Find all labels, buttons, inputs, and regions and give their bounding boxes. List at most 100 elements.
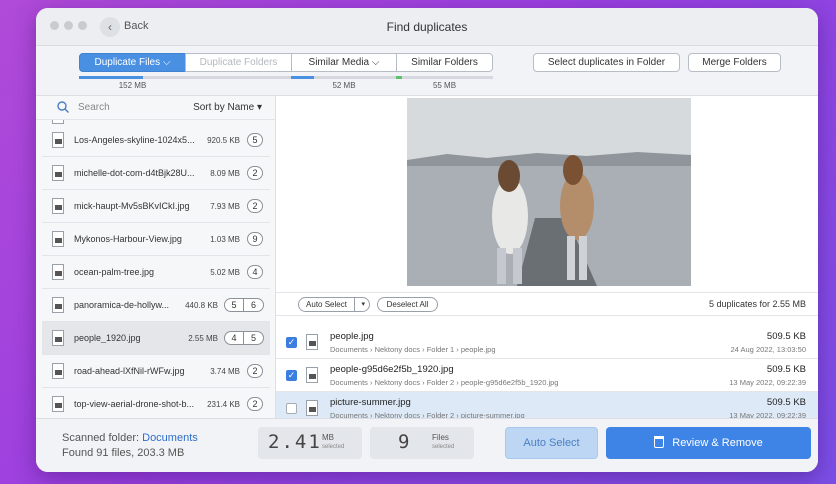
duplicate-date: 24 Aug 2022, 13:03:50 [730, 345, 807, 354]
duplicate-row[interactable]: ✓ people-g95d6e2f5b_1920.jpg Documents ›… [276, 359, 818, 392]
file-row[interactable]: panoramica-de-hollyw... 440.8 KB 5 6 [42, 289, 270, 322]
similar-media-size: 52 MB [332, 81, 356, 90]
selected-files-box: 9 Files selected [370, 427, 474, 459]
file-name: road-ahead-lXfNil-rWFw.jpg [74, 366, 185, 376]
image-file-icon [52, 363, 64, 379]
image-file-icon [52, 198, 64, 214]
file-row-selected[interactable]: people_1920.jpg 2.55 MB 4 5 [42, 322, 270, 355]
search-icon [57, 101, 69, 113]
duplicate-checkbox[interactable] [286, 403, 297, 414]
search-row[interactable]: Search Sort by Name ▾ [36, 96, 276, 120]
similar-media-size-bar-fill [291, 76, 315, 79]
file-name: ocean-palm-tree.jpg [74, 267, 155, 277]
duplicate-count-badge: 5 6 [224, 298, 264, 312]
files-unit-sub: selected [432, 444, 455, 450]
trash-icon [654, 436, 665, 448]
sort-dropdown[interactable]: Sort by Name ▾ [193, 102, 262, 113]
file-size: 5.02 MB [210, 268, 240, 277]
duplicate-checkbox[interactable]: ✓ [286, 337, 297, 348]
duplicate-count-badge: 2 [247, 166, 263, 180]
tab-similar-media[interactable]: Similar Media ⌵ [291, 53, 397, 72]
selected-files-value: 9 [398, 431, 412, 453]
file-row[interactable]: Mykonos-Harbour-View.jpg 1.03 MB 9 [42, 223, 270, 256]
file-row[interactable]: top-view-aerial-drone-shot-b... 231.4 KB… [42, 388, 270, 418]
duplicate-files-size-bar-fill [79, 76, 144, 79]
footer-bar: Scanned folder: Documents Found 91 files… [36, 418, 818, 472]
title-bar: ‹ Back Find duplicates [36, 8, 818, 46]
file-size: 920.5 KB [207, 136, 240, 145]
file-name: Mykonos-Harbour-View.jpg [74, 234, 182, 244]
similar-folders-size-bar-fill [396, 76, 402, 79]
select-duplicates-in-folder-button[interactable]: Select duplicates in Folder [533, 53, 680, 72]
duplicate-count: 5 [225, 299, 244, 311]
scanned-folder-prefix: Scanned folder: [62, 432, 140, 444]
file-size: 1.03 MB [210, 235, 240, 244]
selected-size-value: 2.41 [268, 431, 322, 453]
tab-duplicate-files[interactable]: Duplicate Files ⌵ [79, 53, 186, 72]
duplicate-count-badge: 4 5 [224, 331, 264, 345]
similar-media-size-bar [291, 76, 397, 79]
duplicate-size: 509.5 KB [766, 331, 806, 342]
image-file-icon [52, 330, 64, 346]
file-size: 8.09 MB [210, 169, 240, 178]
size-unit-label: MB [322, 433, 334, 442]
similar-folders-size: 55 MB [432, 81, 457, 90]
file-row[interactable]: ocean-palm-tree.jpg 5.02 MB 4 [42, 256, 270, 289]
duplicate-row[interactable]: ✓ people.jpg Documents › Nektony docs › … [276, 326, 818, 359]
duplicate-checkbox[interactable]: ✓ [286, 370, 297, 381]
file-size: 7.93 MB [210, 202, 240, 211]
selected-size-box: 2.41 MB selected [258, 427, 362, 459]
duplicate-count-badge: 2 [247, 199, 263, 213]
file-name: people_1920.jpg [74, 333, 141, 343]
scan-summary: Scanned folder: Documents Found 91 files… [62, 431, 198, 461]
scanned-folder-line: Scanned folder: Documents [62, 431, 198, 446]
review-remove-button[interactable]: Review & Remove [606, 427, 811, 459]
image-file-icon [52, 165, 64, 181]
duplicates-summary: 5 duplicates for 2.55 MB [708, 299, 806, 309]
file-sidebar: Search Sort by Name ▾ Los-Angeles-skylin… [36, 96, 276, 418]
file-row[interactable]: Los-Angeles-skyline-1024x5... 920.5 KB 5 [42, 124, 270, 157]
tab-similar-folders[interactable]: Similar Folders [396, 53, 493, 72]
duplicate-path: Documents › Nektony docs › Folder 1 › pe… [330, 345, 496, 354]
file-size: 231.4 KB [207, 400, 240, 409]
review-remove-label: Review & Remove [672, 437, 763, 449]
auto-select-label[interactable]: Auto Select [299, 298, 355, 311]
merge-folders-button[interactable]: Merge Folders [688, 53, 781, 72]
image-file-icon [52, 264, 64, 280]
duplicate-size: 509.5 KB [766, 364, 806, 375]
selected-files-unit: Files selected [432, 434, 454, 451]
size-unit-sub: selected [322, 444, 345, 450]
auto-select-split-button[interactable]: Auto Select ▾ [298, 297, 370, 312]
duplicate-name: people-g95d6e2f5b_1920.jpg [330, 364, 454, 375]
toolbar: Duplicate Files ⌵ Duplicate Folders Simi… [36, 46, 818, 96]
files-unit-label: Files [432, 433, 449, 442]
image-preview [407, 98, 691, 286]
search-input[interactable]: Search [78, 102, 110, 113]
deselect-all-button[interactable]: Deselect All [377, 297, 438, 312]
file-name: top-view-aerial-drone-shot-b... [74, 399, 195, 409]
detail-pane: Auto Select ▾ Deselect All 5 duplicates … [276, 96, 818, 425]
file-size: 440.8 KB [185, 301, 218, 310]
chevron-down-icon[interactable]: ▾ [361, 299, 365, 311]
file-row[interactable]: michelle-dot-com-d4tBjk28U... 8.09 MB 2 [42, 157, 270, 190]
scanned-folder-link[interactable]: Documents [142, 432, 198, 444]
image-file-icon [306, 400, 318, 416]
duplicate-total: 5 [250, 333, 256, 343]
app-window: ‹ Back Find duplicates Duplicate Files ⌵… [36, 8, 818, 472]
duplicate-count-badge: 2 [247, 364, 263, 378]
file-name: mick-haupt-Mv5sBKvICkI.jpg [74, 201, 190, 211]
duplicate-count: 4 [225, 332, 244, 344]
found-files-text: Found 91 files, 203.3 MB [62, 447, 185, 459]
auto-select-button[interactable]: Auto Select [505, 427, 598, 459]
image-file-icon [52, 396, 64, 412]
duplicate-total: 6 [250, 300, 256, 310]
duplicate-name: people.jpg [330, 331, 374, 342]
file-row[interactable]: mick-haupt-Mv5sBKvICkI.jpg 7.93 MB 2 [42, 190, 270, 223]
duplicate-count-badge: 5 [247, 133, 263, 147]
selection-controls: Auto Select ▾ Deselect All 5 duplicates … [276, 292, 818, 316]
file-name: panoramica-de-hollyw... [74, 300, 170, 310]
image-file-icon [52, 132, 64, 148]
file-name: Los-Angeles-skyline-1024x5... [74, 135, 195, 145]
file-row[interactable]: road-ahead-lXfNil-rWFw.jpg 3.74 MB 2 [42, 355, 270, 388]
tab-duplicate-folders[interactable]: Duplicate Folders [185, 53, 292, 72]
